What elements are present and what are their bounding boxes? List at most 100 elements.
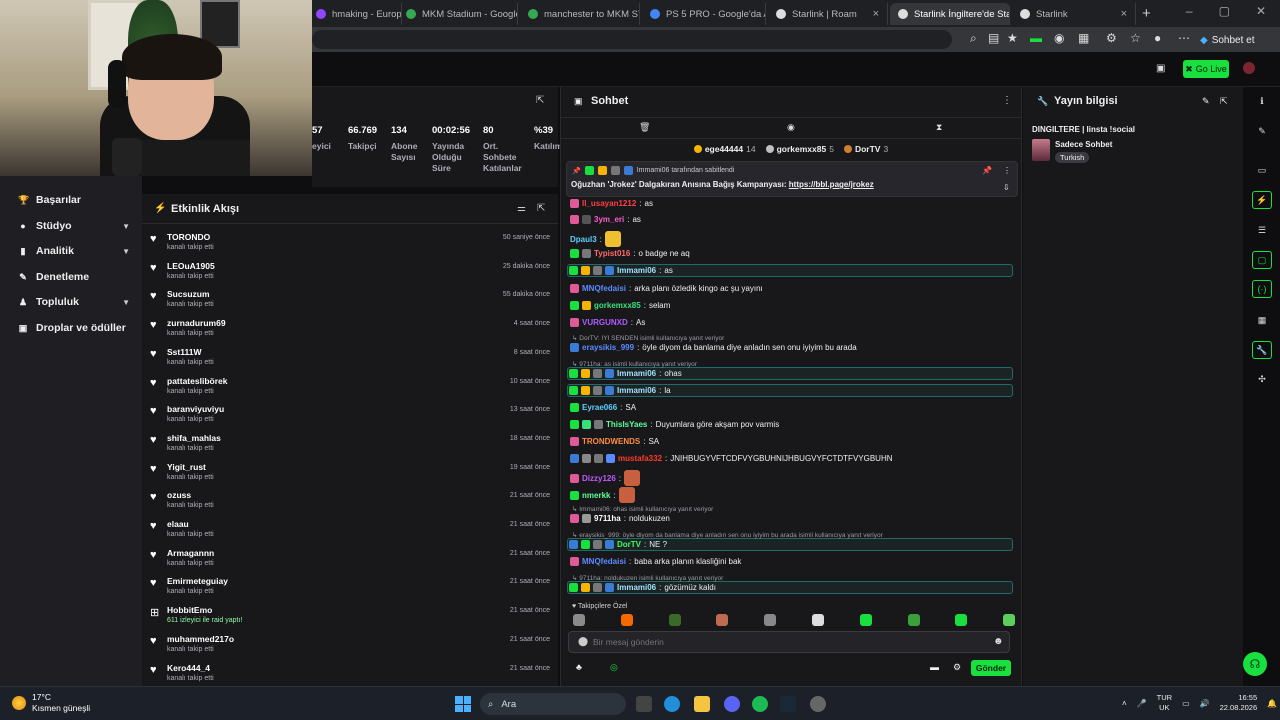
chat-username[interactable]: MNQfedaisi xyxy=(582,557,626,566)
stream-tag[interactable]: Turkish xyxy=(1055,152,1090,163)
address-bar[interactable] xyxy=(312,30,952,49)
emote-icon[interactable] xyxy=(668,614,681,626)
emote-icon[interactable] xyxy=(859,614,872,626)
clock[interactable]: 16:55 22.08.2026 xyxy=(1220,693,1258,713)
browser-tab[interactable]: Starlink | Roam × xyxy=(768,3,888,25)
nav-item[interactable]: ▮ Analitik ▼ xyxy=(18,245,130,257)
chat-message[interactable]: Dizzy126: xyxy=(570,469,1012,487)
activity-feed-item[interactable]: ♥ pattateslibörek kanalı takip etti 10 saat… xyxy=(150,374,550,402)
chat-username[interactable]: Dpaul3 xyxy=(570,235,597,244)
more-icon[interactable]: ⋯ xyxy=(1178,31,1190,45)
chat-message[interactable]: 9711ha: noldukuzen xyxy=(570,512,1012,525)
weather-widget[interactable]: 17°C Kısmen güneşli xyxy=(12,692,90,714)
chat-bubble-icon[interactable]: ▬ xyxy=(930,662,939,672)
puzzle-icon[interactable]: ✣ xyxy=(1252,370,1272,388)
activity-feed-item[interactable]: ♥ Yigit_rust kanalı takip etti 19 saat önce xyxy=(150,460,550,488)
taskbar-search[interactable]: ⌕ Ara xyxy=(480,693,626,715)
chat-username[interactable]: gorkemxx85 xyxy=(594,301,641,310)
chat-username[interactable]: Immami06 xyxy=(617,386,656,395)
collapse-icon[interactable]: ⇩ xyxy=(1003,183,1010,192)
hourglass-icon[interactable]: ⧗ xyxy=(936,122,942,133)
maximize-icon[interactable]: ▢ xyxy=(1219,4,1230,18)
nav-item[interactable]: 🏆 Başarılar xyxy=(18,194,130,206)
bolt-icon[interactable]: ⚡ xyxy=(1252,191,1272,209)
layout-icon[interactable]: ▦ xyxy=(1252,311,1272,329)
chat-username[interactable]: Dizzy126 xyxy=(582,474,616,483)
unpin-icon[interactable]: 📌 xyxy=(982,166,992,175)
edge-icon[interactable] xyxy=(664,696,680,712)
chat-message[interactable]: gorkemxx85: selam xyxy=(570,299,1012,312)
chat-message[interactable]: DorTV: NE ? xyxy=(567,538,1013,551)
favorites-icon[interactable]: ☆ xyxy=(1130,31,1141,45)
activity-feed-item[interactable]: ♥ ozuss kanalı takip etti 21 saat önce xyxy=(150,488,550,516)
info-icon[interactable]: ℹ xyxy=(1252,92,1272,110)
nav-item[interactable]: ▣ Droplar ve ödüller xyxy=(18,322,130,334)
filter-icon[interactable]: ⚌ xyxy=(517,203,526,214)
chat-message[interactable]: ll_usayan1212: as xyxy=(570,197,1012,210)
activity-feed-item[interactable]: ♥ Armagannn kanalı takip etti 21 saat önce xyxy=(150,546,550,574)
chat-username[interactable]: VURGUNXD xyxy=(582,318,628,327)
reply-context[interactable]: ↳ 9711ha: noldukuzen isimli kullanıcıya … xyxy=(572,574,723,582)
chat-message[interactable]: Immami06: la xyxy=(567,384,1013,397)
emote-icon[interactable] xyxy=(620,614,633,626)
bookmark-star-icon[interactable]: ★ xyxy=(1007,31,1018,45)
activity-feed-item[interactable]: ♥ baranviyuviyu kanalı takip etti 13 saat ö… xyxy=(150,402,550,430)
chat-username[interactable]: Typist016 xyxy=(594,249,630,258)
chat-username[interactable]: 3ym_eri xyxy=(594,215,624,224)
new-tab-button[interactable]: + xyxy=(1142,5,1151,22)
emote-icon[interactable] xyxy=(812,614,824,626)
wrench-icon[interactable]: 🔧 xyxy=(1252,341,1272,359)
steam-icon[interactable] xyxy=(780,696,796,712)
activity-feed-item[interactable]: ♥ Emirmeteguiay kanalı takip etti 21 saat ö… xyxy=(150,574,550,602)
close-window-icon[interactable]: ✕ xyxy=(1256,4,1266,18)
emote-picker-icon[interactable]: ☻ xyxy=(993,636,1004,647)
pinned-menu-icon[interactable]: ⋮ xyxy=(1003,166,1011,175)
emote-icon[interactable] xyxy=(1003,614,1016,626)
popout-icon[interactable]: ⇱ xyxy=(536,95,544,106)
activity-feed-item[interactable]: ♥ shifa_mahlas kanalı takip etti 18 saat ön… xyxy=(150,431,550,459)
reader-icon[interactable]: ▤ xyxy=(988,31,999,45)
reply-context[interactable]: ↳ eraysikis_999: öyle diyom da banlama d… xyxy=(572,531,883,539)
pen-icon[interactable]: ✎ xyxy=(1252,122,1272,140)
chat-input-box[interactable] xyxy=(568,631,1010,653)
notification-icon[interactable]: 🔔 xyxy=(1267,699,1277,708)
minimize-icon[interactable]: – xyxy=(1186,4,1193,18)
chat-message[interactable]: nmerkk: xyxy=(570,486,1012,504)
close-tab-icon[interactable]: × xyxy=(873,8,879,20)
chat-message[interactable]: mustafa332: JNIHBUGYVFTCDFVYGBUHNIJHBUGVY… xyxy=(570,452,1012,465)
chat-message[interactable]: Eyrae066: SA xyxy=(570,401,1012,414)
reply-context[interactable]: ↳ 9711ha: as isimli kullanıcıya yanıt ve… xyxy=(572,360,697,368)
settings-icon[interactable]: ⚙ xyxy=(953,662,961,673)
emote-icon[interactable] xyxy=(955,614,968,626)
pinned-link[interactable]: https://bbl.page/jrokez xyxy=(789,180,874,189)
chat-username[interactable]: Immami06 xyxy=(617,583,656,592)
chat-username[interactable]: DorTV xyxy=(617,540,641,549)
go-live-button[interactable]: ✖ Go Live xyxy=(1183,60,1229,78)
chat-message[interactable]: MNQfedaisi: baba arka planın klasliğini b… xyxy=(570,555,1012,568)
activity-feed-item[interactable]: ⊞ HobbitEmo 611 izleyici ile raid yaptı! 21… xyxy=(150,603,550,631)
chat-message[interactable]: Immami06: ohas xyxy=(567,367,1013,380)
reply-context[interactable]: ↳ Immami06: ohas isimli kullanıcıya yanı… xyxy=(572,505,713,513)
nav-item[interactable]: ♟ Topluluk ▼ xyxy=(18,296,130,308)
chat-icon[interactable]: ▢ xyxy=(1252,251,1272,269)
bits-icon[interactable]: ⬤ xyxy=(578,636,588,647)
browser-tab[interactable]: Starlink × xyxy=(1012,3,1136,25)
creator-icon[interactable]: ▣ xyxy=(1156,63,1165,74)
chat-username[interactable]: ThisIsYaes xyxy=(606,420,647,429)
emote-icon[interactable] xyxy=(716,614,729,626)
profile-icon[interactable]: ● xyxy=(1154,31,1161,45)
send-button[interactable]: Gönder xyxy=(971,660,1011,676)
chat-username[interactable]: nmerkk xyxy=(582,491,610,500)
chat-username[interactable]: Immami06 xyxy=(617,266,656,275)
leaderboard-entry[interactable]: DorTV 3 xyxy=(843,144,888,154)
activity-feed-item[interactable]: ♥ Sucsuzum kanalı takip etti 55 dakika önce xyxy=(150,287,550,315)
chat-username[interactable]: Immami06 xyxy=(617,369,656,378)
chevron-up-icon[interactable]: ˄ xyxy=(1122,699,1127,708)
extension-icon[interactable]: ▬ xyxy=(1030,31,1042,45)
emote-icon[interactable] xyxy=(764,614,777,626)
video-icon[interactable]: ▭ xyxy=(1252,161,1272,179)
app-icon[interactable] xyxy=(810,696,826,712)
reply-context[interactable]: ↳ DorTV: IYI SENDEN isimli kullanıcıya y… xyxy=(572,334,724,342)
activity-feed-item[interactable]: ♥ zurnadurum69 kanalı takip etti 4 saat önc… xyxy=(150,316,550,344)
nav-item[interactable]: ✎ Denetleme xyxy=(18,271,130,283)
